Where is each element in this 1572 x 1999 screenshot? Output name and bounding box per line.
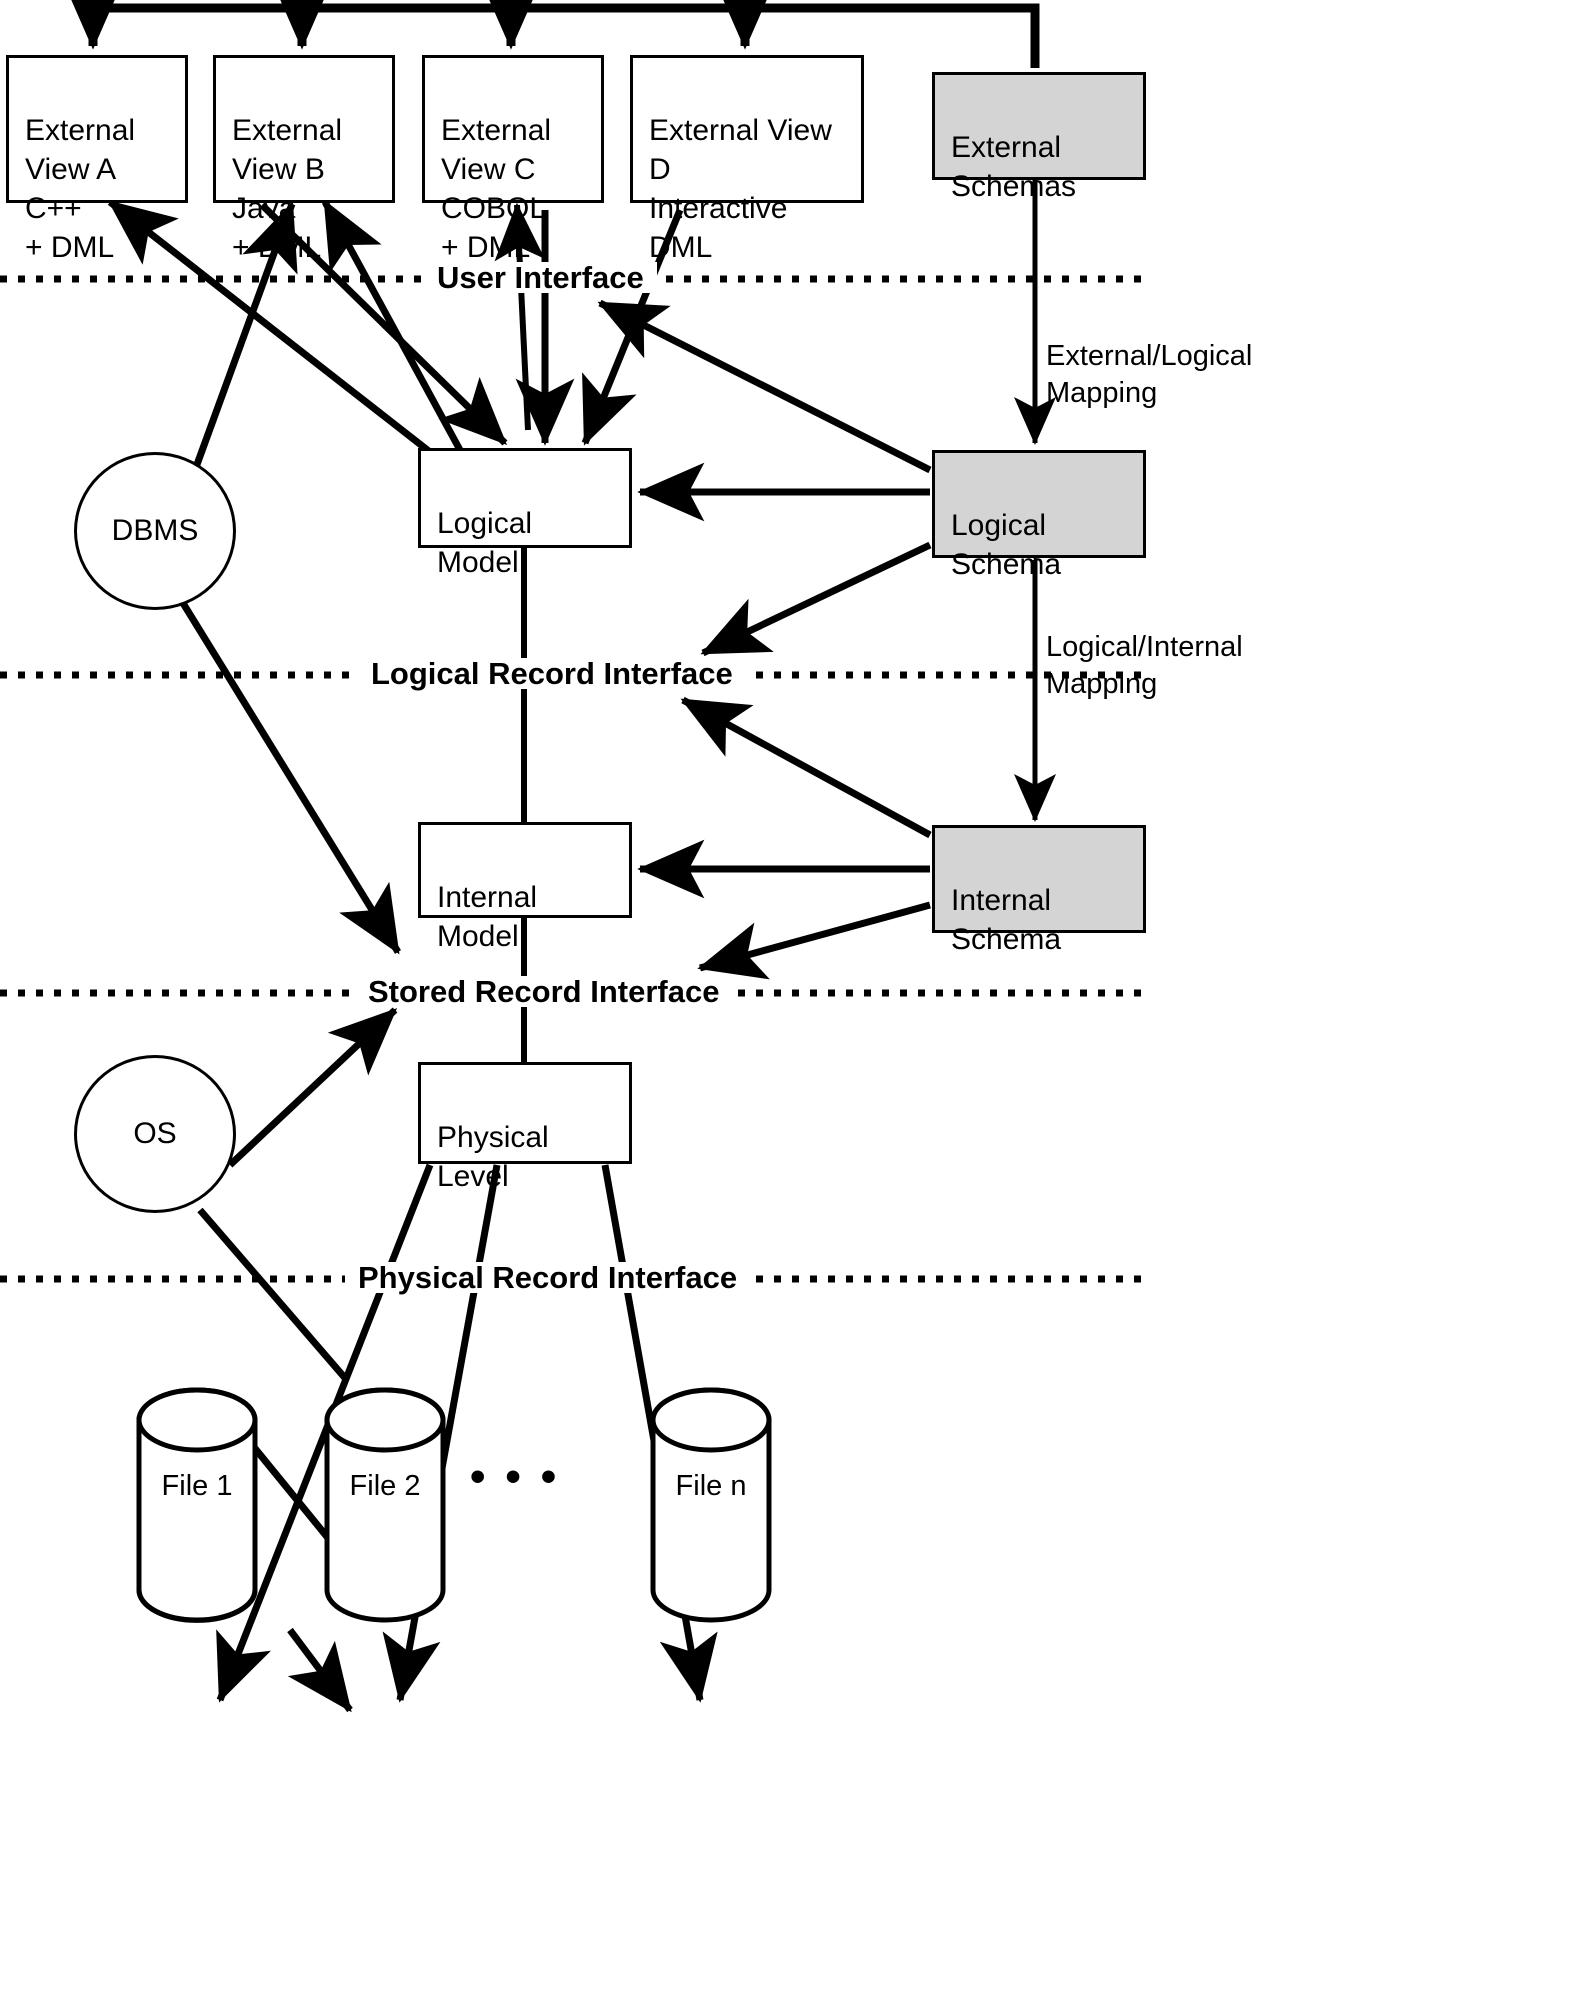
os-label: OS bbox=[133, 1117, 177, 1150]
logical-internal-mapping-label: Logical/Internal Mapping bbox=[1046, 631, 1243, 701]
file-cylinder-n bbox=[650, 1387, 772, 1623]
logical-schema-label: Logical Schema bbox=[951, 509, 1062, 581]
physical-record-interface-label: Physical Record Interface bbox=[345, 1262, 751, 1293]
stored-record-interface-label: Stored Record Interface bbox=[355, 976, 733, 1007]
file-cylinder-2 bbox=[324, 1387, 446, 1623]
diagram-canvas: External View A C++ + DML External View … bbox=[0, 0, 1572, 1999]
file-1-label: File 1 bbox=[161, 1470, 233, 1502]
external-view-a-box[interactable]: External View A C++ + DML bbox=[6, 55, 188, 264]
file-n-label: File n bbox=[675, 1470, 747, 1502]
file-2-label: File 2 bbox=[349, 1470, 421, 1502]
external-logical-mapping-label: External/Logical Mapping bbox=[1046, 340, 1253, 410]
dbms-circle[interactable]: DBMS bbox=[74, 452, 236, 610]
file-cylinder-1 bbox=[136, 1387, 258, 1623]
external-view-b-box[interactable]: External View B Java + DML bbox=[213, 55, 395, 264]
logical-record-interface-label: Logical Record Interface bbox=[358, 658, 746, 689]
logical-model-label: Logical Model bbox=[437, 507, 533, 579]
files-ellipsis: ••• bbox=[470, 1452, 577, 1501]
os-circle[interactable]: OS bbox=[74, 1055, 236, 1213]
dbms-label: DBMS bbox=[111, 514, 199, 547]
external-view-c-box[interactable]: External View C COBOL + DML bbox=[422, 55, 604, 264]
external-view-d-box[interactable]: External View D Interactive DML bbox=[630, 55, 864, 264]
physical-level-box[interactable]: Physical Level bbox=[418, 1062, 632, 1193]
logical-model-box[interactable]: Logical Model bbox=[418, 448, 632, 579]
file-cylinder-layer bbox=[136, 1387, 772, 1623]
user-interface-label: User Interface bbox=[424, 262, 657, 293]
internal-schema-label: Internal Schema bbox=[951, 884, 1062, 956]
logical-schema-box[interactable]: Logical Schema bbox=[932, 450, 1146, 581]
internal-model-box[interactable]: Internal Model bbox=[418, 822, 632, 953]
internal-schema-box[interactable]: Internal Schema bbox=[932, 825, 1146, 956]
external-schemas-label: External Schemas bbox=[951, 131, 1077, 203]
external-schemas-box[interactable]: External Schemas bbox=[932, 72, 1146, 203]
